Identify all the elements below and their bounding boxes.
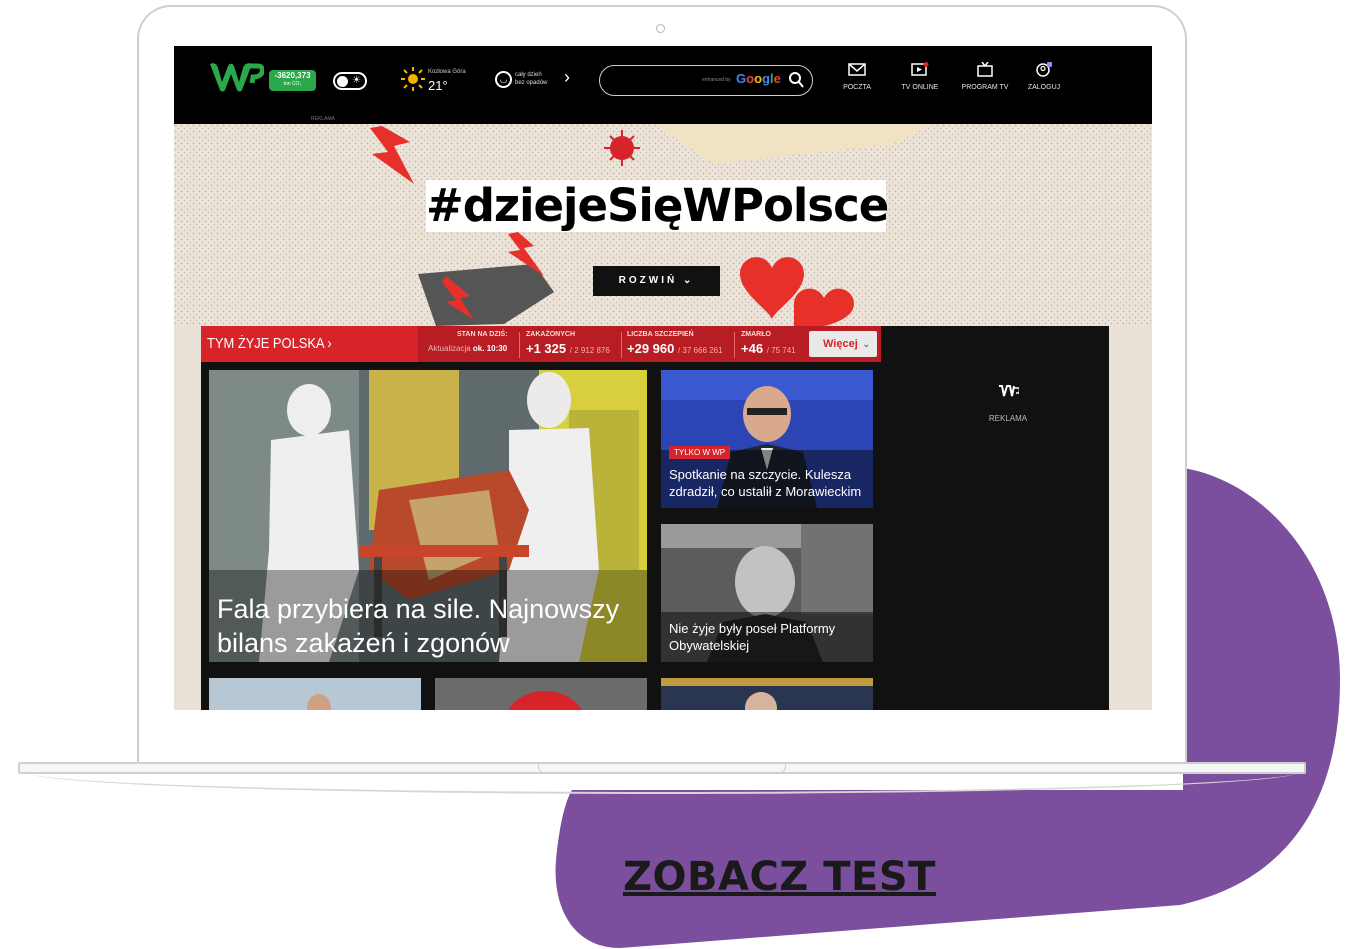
stat-vaccinations-label: LICZBA SZCZEPIEŃ xyxy=(627,331,694,338)
stat-vaccinations: LICZBA SZCZEPIEŃ +29 960 / 37 666 261 xyxy=(627,331,722,356)
nav-poczta[interactable]: POCZTA xyxy=(827,62,887,91)
main-article-title[interactable]: Fala przybiera na sile. Najnowszy bilans… xyxy=(217,592,647,660)
update-value: ok. 10:30 xyxy=(472,344,508,353)
tv-play-icon xyxy=(911,62,929,76)
banner-hashtag[interactable]: #dziejeSięWPolsce xyxy=(426,180,889,232)
co2-counter[interactable]: -3620,373 ton CO₂ xyxy=(269,70,316,91)
stat-infected-total: / 2 912 876 xyxy=(569,346,610,355)
user-icon xyxy=(1036,62,1052,77)
search-input[interactable] xyxy=(612,73,696,89)
section-title[interactable]: TYM ŻYJE POLSKA › xyxy=(207,335,332,352)
thumbnail-card-2[interactable] xyxy=(435,678,647,710)
stat-deaths-total: / 75 741 xyxy=(766,346,796,355)
chevron-down-icon: ⌄ xyxy=(862,339,870,349)
stat-deaths: ZMARŁO +46 / 75 741 xyxy=(741,331,796,356)
divider xyxy=(621,332,622,358)
side-article-card-1[interactable]: TYLKO W WP Spotkanie na szczycie. Kulesz… xyxy=(661,370,873,508)
mail-icon xyxy=(848,63,866,76)
weather-temperature[interactable]: 21° xyxy=(428,78,448,93)
camera-icon xyxy=(656,24,665,33)
tv-icon xyxy=(977,62,993,77)
thumbnail-3-image xyxy=(661,678,873,710)
wp-ad-logo xyxy=(999,385,1019,397)
content-area: TYM ŻYJE POLSKA › STAN NA DZIŚ: Aktualiz… xyxy=(201,326,1109,710)
side-article-1-title[interactable]: Spotkanie na szczycie. Kulesza zdradził,… xyxy=(669,466,869,500)
ad-label: REKLAMA xyxy=(988,414,1028,423)
toggle-knob xyxy=(337,76,348,87)
nav-zaloguj-label: ZALOGUJ xyxy=(1027,84,1061,91)
stat-vaccinations-value: +29 960 xyxy=(627,341,675,356)
chevron-right-icon[interactable]: › xyxy=(564,67,570,88)
nav-poczta-label: POCZTA xyxy=(843,84,871,91)
more-button[interactable]: Więcej ⌄ xyxy=(809,331,877,357)
google-logo: Google xyxy=(736,71,781,86)
nav-program-tv-label: PROGRAM TV xyxy=(961,84,1009,91)
reklama-label: REKLAMA xyxy=(311,116,335,122)
nav-tv-online[interactable]: TV ONLINE xyxy=(890,62,950,91)
wp-logo[interactable] xyxy=(208,58,264,92)
see-test-link[interactable]: ZOBACZ TEST xyxy=(623,854,936,900)
co2-unit: ton CO₂ xyxy=(283,81,302,87)
main-article-card[interactable]: Fala przybiera na sile. Najnowszy bilans… xyxy=(209,370,647,662)
stat-infected-value: +1 325 xyxy=(526,341,567,356)
thumbnail-2-image xyxy=(435,678,647,710)
dark-mode-toggle[interactable]: ☀ xyxy=(333,72,367,90)
divider xyxy=(734,332,735,358)
nav-tv-online-label: TV ONLINE xyxy=(901,84,939,91)
stan-label: STAN NA DZIŚ: xyxy=(457,331,508,338)
divider xyxy=(519,332,520,358)
search-box[interactable]: enhanced by Google xyxy=(599,65,813,96)
stat-deaths-value: +46 xyxy=(741,341,764,356)
nav-program-tv[interactable]: PROGRAM TV xyxy=(955,62,1015,91)
nav-zaloguj[interactable]: ZALOGUJ xyxy=(1014,62,1074,91)
smile-icon: ◡ xyxy=(495,71,512,88)
forecast-line1: cały dzień xyxy=(515,72,542,78)
update-time: Aktualizacja ok. 10:30 xyxy=(428,344,507,353)
thumbnail-card-1[interactable] xyxy=(209,678,421,710)
thumbnail-card-3[interactable] xyxy=(661,678,873,710)
side-article-card-2[interactable]: Nie żyje były poseł Platformy Obywatelsk… xyxy=(661,524,873,662)
stat-infected: ZAKAŻONYCH +1 325 / 2 912 876 xyxy=(526,331,610,356)
forecast-text[interactable]: cały dzień bez opadów xyxy=(515,71,547,87)
laptop-screen: -3620,373 ton CO₂ REKLAMA ☀ Kozłowa Góra… xyxy=(174,46,1152,710)
exclusive-badge: TYLKO W WP xyxy=(669,446,731,459)
more-label: Więcej xyxy=(823,338,858,350)
covid-stats-bar: TYM ŻYJE POLSKA › STAN NA DZIŚ: Aktualiz… xyxy=(201,326,881,362)
thumbnail-1-image xyxy=(209,678,421,710)
update-prefix: Aktualizacja xyxy=(428,344,471,353)
search-powered-by: enhanced by xyxy=(702,77,731,83)
sun-icon xyxy=(401,67,425,91)
stat-vaccinations-total: / 37 666 261 xyxy=(677,346,723,355)
side-article-2-title[interactable]: Nie żyje były poseł Platformy Obywatelsk… xyxy=(669,620,869,654)
sun-small-icon: ☀ xyxy=(352,75,361,86)
top-navigation-bar: -3620,373 ton CO₂ REKLAMA ☀ Kozłowa Góra… xyxy=(174,46,1152,124)
co2-value: -3620,373 xyxy=(274,71,311,80)
stat-deaths-label: ZMARŁO xyxy=(741,331,771,338)
forecast-line2: bez opadów xyxy=(515,80,548,86)
stat-infected-label: ZAKAŻONYCH xyxy=(526,331,575,338)
search-icon[interactable] xyxy=(788,71,804,89)
rozwin-button[interactable]: ROZWIŃ ⌄ xyxy=(593,266,720,296)
weather-city[interactable]: Kozłowa Góra xyxy=(428,69,466,75)
